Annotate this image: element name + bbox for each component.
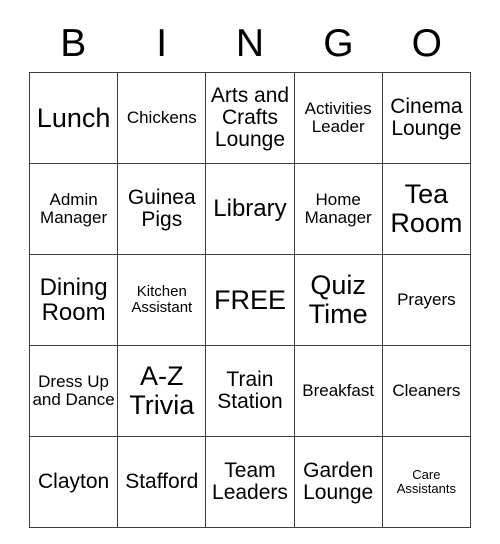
bingo-cell[interactable]: Cinema Lounge bbox=[381, 72, 472, 164]
bingo-cell-label: Quiz Time bbox=[308, 270, 368, 329]
bingo-header-letter-b: B bbox=[60, 21, 87, 65]
bingo-cell[interactable]: Dress Up and Dance bbox=[28, 345, 119, 437]
bingo-header-letter-n: N bbox=[235, 21, 265, 65]
bingo-cell[interactable]: Train Station bbox=[205, 345, 295, 437]
bingo-grid: Lunch Chickens Arts and Crafts Lounge Activ… bbox=[28, 72, 472, 528]
bingo-cell-label: Dining Room bbox=[39, 273, 108, 326]
bingo-row: Admin Manager Guinea Pigs Library Home Mana… bbox=[28, 163, 472, 255]
bingo-cell-label: Lunch bbox=[36, 102, 111, 133]
bingo-cell-label: FREE bbox=[213, 284, 286, 315]
bingo-cell-label: Kitchen Assistant bbox=[131, 283, 193, 316]
bingo-cell[interactable]: Garden Lounge bbox=[293, 436, 383, 528]
bingo-cell[interactable]: A-Z Trivia bbox=[117, 345, 207, 437]
bingo-cell[interactable]: Library bbox=[205, 163, 295, 255]
bingo-row: Dress Up and Dance A-Z Trivia Train Statio… bbox=[28, 345, 472, 437]
bingo-header-letter-o: O bbox=[411, 21, 442, 65]
bingo-cell[interactable]: Lunch bbox=[28, 72, 119, 164]
bingo-grid-body: Lunch Chickens Arts and Crafts Lounge Activ… bbox=[28, 72, 472, 528]
bingo-row: Dining Room Kitchen Assistant FREE Quiz Tim… bbox=[28, 254, 472, 346]
bingo-cell[interactable]: Guinea Pigs bbox=[117, 163, 207, 255]
bingo-cell-label: Prayers bbox=[397, 289, 456, 309]
bingo-cell-label: Arts and Crafts Lounge bbox=[210, 83, 290, 152]
bingo-cell-label: Chickens bbox=[126, 107, 197, 127]
bingo-cell-label: Team Leaders bbox=[212, 458, 288, 504]
bingo-cell[interactable]: Stafford bbox=[117, 436, 207, 528]
bingo-row: Lunch Chickens Arts and Crafts Lounge Activ… bbox=[28, 72, 472, 164]
bingo-cell[interactable]: Home Manager bbox=[293, 163, 383, 255]
bingo-cell-label: Dress Up and Dance bbox=[32, 371, 115, 409]
bingo-cell[interactable]: Dining Room bbox=[28, 254, 119, 346]
bingo-cell[interactable]: Care Assistants bbox=[381, 436, 472, 528]
bingo-cell-label: Cleaners bbox=[392, 380, 461, 400]
bingo-cell-label: Care Assistants bbox=[396, 467, 456, 496]
bingo-cell-label: Library bbox=[213, 195, 287, 223]
bingo-cell[interactable]: Activities Leader bbox=[293, 72, 383, 164]
bingo-header-letter-g: G bbox=[323, 21, 354, 65]
bingo-cell-label: A-Z Trivia bbox=[129, 361, 195, 420]
bingo-cell-label: Tea Room bbox=[390, 179, 463, 238]
bingo-cell[interactable]: Prayers bbox=[381, 254, 472, 346]
bingo-cell[interactable]: Arts and Crafts Lounge bbox=[205, 72, 295, 164]
bingo-cell[interactable]: Admin Manager bbox=[28, 163, 119, 255]
bingo-cell-label: Guinea Pigs bbox=[127, 185, 196, 231]
bingo-cell-label: Breakfast bbox=[302, 380, 375, 400]
bingo-cell[interactable]: Chickens bbox=[117, 72, 207, 164]
bingo-cell-label: Home Manager bbox=[304, 189, 372, 227]
bingo-cell-label: Garden Lounge bbox=[303, 458, 374, 504]
bingo-cell[interactable]: Clayton bbox=[28, 436, 119, 528]
bingo-cell[interactable]: Breakfast bbox=[293, 345, 383, 437]
bingo-cell[interactable]: Cleaners bbox=[381, 345, 472, 437]
bingo-cell[interactable]: Tea Room bbox=[381, 163, 472, 255]
bingo-cell-label: Train Station bbox=[217, 367, 283, 413]
bingo-cell[interactable]: Kitchen Assistant bbox=[117, 254, 207, 346]
bingo-cell[interactable]: Team Leaders bbox=[205, 436, 295, 528]
bingo-cell-label: Stafford bbox=[125, 469, 199, 493]
bingo-header-letter-i: I bbox=[156, 21, 168, 65]
bingo-cell-free[interactable]: FREE bbox=[205, 254, 295, 346]
bingo-cell-label: Clayton bbox=[37, 469, 110, 493]
bingo-header-row: BINGO bbox=[29, 14, 471, 72]
bingo-cell[interactable]: Quiz Time bbox=[293, 254, 383, 346]
bingo-card: B I N G O Lunch Chickens Arts and Crafts Loung… bbox=[28, 14, 472, 528]
bingo-cell-label: Cinema Lounge bbox=[390, 94, 463, 140]
bingo-cell-label: Admin Manager bbox=[40, 189, 108, 227]
bingo-cell-label: Activities Leader bbox=[304, 98, 372, 136]
bingo-row: Clayton Stafford Team Leaders Garden Lounge… bbox=[28, 436, 472, 528]
